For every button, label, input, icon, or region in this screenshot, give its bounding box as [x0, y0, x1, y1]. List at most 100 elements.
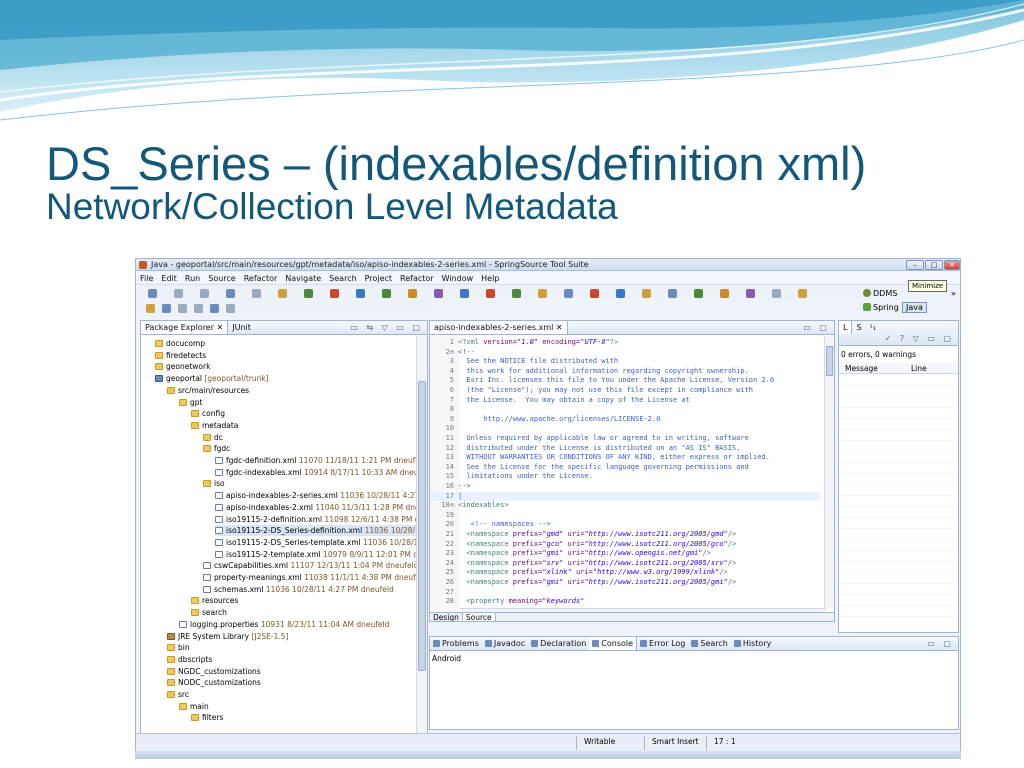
code-line[interactable]: 7 the License. You may obtain a copy of … [430, 396, 820, 406]
code-line[interactable]: 28 <property meaning="keywords" [430, 597, 820, 607]
tree-item[interactable]: firedetects [155, 350, 206, 361]
toolbar-button-icon[interactable] [616, 289, 625, 298]
tree-item[interactable]: geonetwork [155, 361, 210, 372]
navigation-button-icon[interactable] [194, 304, 203, 313]
column-line[interactable]: Line [911, 364, 927, 373]
tab-problems-l[interactable]: L [839, 321, 853, 334]
tree-item[interactable]: geoportal [geoportal/trunk] [155, 373, 269, 384]
toolbar-button-icon[interactable] [798, 289, 807, 298]
tree-item[interactable]: schemas.xml 11036 10/28/11 4:27 PM dneuf… [203, 584, 394, 595]
package-explorer-view-icons[interactable]: ▭ ⇆ ▽ ▭ ▢ [350, 323, 423, 332]
editor-view-icons[interactable]: ▭ ▢ [803, 323, 830, 332]
tree-item[interactable]: gpt [179, 397, 202, 408]
menu-search[interactable]: Search [325, 272, 360, 283]
console-view-icons[interactable]: ▭ ▢ [927, 639, 954, 648]
toolbar-button-icon[interactable] [304, 289, 313, 298]
tab-package-explorer[interactable]: Package Explorer ✕ [141, 321, 229, 334]
tree-item[interactable]: docucomp [155, 338, 205, 349]
code-line[interactable]: 23 <namespace prefix="gmi" uri="http://w… [430, 549, 820, 559]
code-line[interactable]: 24 <namespace prefix="srv" uri="http://w… [430, 559, 820, 569]
code-line[interactable]: 20 <!-- namespaces --> [430, 520, 820, 530]
navigation-button-icon[interactable] [162, 304, 171, 313]
toolbar-button-icon[interactable] [564, 289, 573, 298]
menu-refactor[interactable]: Refactor [396, 272, 438, 283]
toolbar-button-icon[interactable] [590, 289, 599, 298]
code-line[interactable]: 14 See the License for the specific lang… [430, 463, 820, 473]
menu-edit[interactable]: Edit [157, 272, 181, 283]
toolbar-button-icon[interactable] [642, 289, 651, 298]
navigation-button-icon[interactable] [226, 304, 235, 313]
tree-item[interactable]: iso19115-2-template.xml 10979 8/9/11 12:… [215, 549, 417, 560]
code-line[interactable]: 27 [430, 588, 820, 598]
code-line[interactable]: 8 [430, 405, 820, 415]
code-line[interactable]: 21 <namespace prefix="gmd" uri="http://w… [430, 530, 820, 540]
menu-project[interactable]: Project [361, 272, 396, 283]
code-line[interactable]: 25 <namespace prefix="xlink" uri="http:/… [430, 568, 820, 578]
toolbar-button-icon[interactable] [408, 289, 417, 298]
code-line[interactable]: 22 <namespace prefix="gco" uri="http://w… [430, 540, 820, 550]
code-line[interactable]: 1 <?xml version="1.0" encoding="UTF-8"?> [430, 338, 820, 348]
tree-item[interactable]: NGDC_customizations [167, 666, 261, 677]
menu-help[interactable]: Help [477, 272, 503, 283]
tree-item[interactable]: dc [203, 432, 223, 443]
toolbar-button-icon[interactable] [382, 289, 391, 298]
toolbar-button-icon[interactable] [460, 289, 469, 298]
toolbar-button-icon[interactable] [330, 289, 339, 298]
code-line[interactable]: 26 <namespace prefix="gmi" uri="http://w… [430, 578, 820, 588]
toolbar-button-icon[interactable] [174, 289, 183, 298]
menu-run[interactable]: Run [181, 272, 204, 283]
menu-navigate[interactable]: Navigate [281, 272, 325, 283]
tree-item[interactable]: config [191, 408, 225, 419]
menu-refactor[interactable]: Refactor [240, 272, 282, 283]
tree-item[interactable]: filters [191, 712, 223, 723]
code-line[interactable]: 6 (the "License"); you may not use this … [430, 386, 820, 396]
editor-scroll-thumb[interactable] [826, 346, 833, 376]
code-line[interactable]: 19 [430, 511, 820, 521]
tree-item[interactable]: dbscripts [167, 654, 212, 665]
code-line[interactable]: 16 --> [430, 482, 820, 492]
toolbar-button-icon[interactable] [512, 289, 521, 298]
code-line[interactable]: 3 See the NOTICE file distributed with [430, 357, 820, 367]
tree-item[interactable]: main [179, 701, 209, 712]
code-line[interactable]: 11 Unless required by applicable law or … [430, 434, 820, 444]
code-line[interactable]: 10 [430, 424, 820, 434]
tree-item[interactable]: resources [191, 595, 238, 606]
tab-editor-file[interactable]: apiso-indexables-2-series.xml ✕ [430, 321, 568, 334]
tree-item[interactable]: cswCapabilities.xml 11107 12/13/11 1:04 … [203, 560, 417, 571]
tree-item[interactable]: fgdc-indexables.xml 10914 8/17/11 10:33 … [215, 467, 417, 478]
perspective-more-button[interactable]: » [951, 289, 956, 298]
tab-problems-s[interactable]: S [852, 321, 865, 334]
toolbar-button-icon[interactable] [252, 289, 261, 298]
package-tree-scrollbar[interactable] [416, 336, 427, 749]
toolbar-button-icon[interactable] [226, 289, 235, 298]
package-tree-scroll-thumb[interactable] [418, 381, 426, 671]
column-message[interactable]: Message [845, 364, 878, 373]
toolbar-button-icon[interactable] [434, 289, 443, 298]
problems-view-icons[interactable]: ✓ ? ▽ ▭ ▢ [885, 334, 954, 343]
toolbar-button-icon[interactable] [668, 289, 677, 298]
code-line[interactable]: 18⊖ <indexables> [430, 501, 820, 511]
tree-item[interactable]: search [191, 607, 227, 618]
tree-item[interactable]: iso19115-2-DS_Series-definition.xml 1103… [215, 525, 417, 537]
toolbar-button-icon[interactable] [538, 289, 547, 298]
tree-item[interactable]: JRE System Library [J2SE-1.5] [167, 631, 289, 642]
toolbar-button-icon[interactable] [694, 289, 703, 298]
tab-design[interactable]: Design [430, 613, 462, 621]
toolbar-button-icon[interactable] [278, 289, 287, 298]
tab-search[interactable]: Search [688, 637, 730, 650]
tree-item[interactable]: NODC_customizations [167, 677, 261, 688]
code-line[interactable]: 2⊖ <!-- [430, 348, 820, 358]
tree-item[interactable]: metadata [191, 420, 238, 431]
tree-item[interactable]: apiso-indexables-2-series.xml 11036 10/2… [215, 490, 417, 501]
tab-problems-other[interactable]: ¹₁ [866, 321, 880, 334]
tab-junit[interactable]: JUnit [228, 321, 255, 334]
toolbar-button-icon[interactable] [356, 289, 365, 298]
toolbar-button-icon[interactable] [486, 289, 495, 298]
tree-item[interactable]: apiso-indexables-2.xml 11040 11/3/11 1:2… [215, 502, 417, 513]
code-line[interactable]: 5 Esri Inc. licenses this file to You un… [430, 376, 820, 386]
tab-history[interactable]: History [731, 637, 774, 650]
navigation-button-icon[interactable] [178, 304, 187, 313]
close-button[interactable]: ✕ [944, 260, 960, 270]
tab-source[interactable]: Source [461, 613, 496, 621]
perspective-spring[interactable]: Spring [863, 303, 899, 312]
